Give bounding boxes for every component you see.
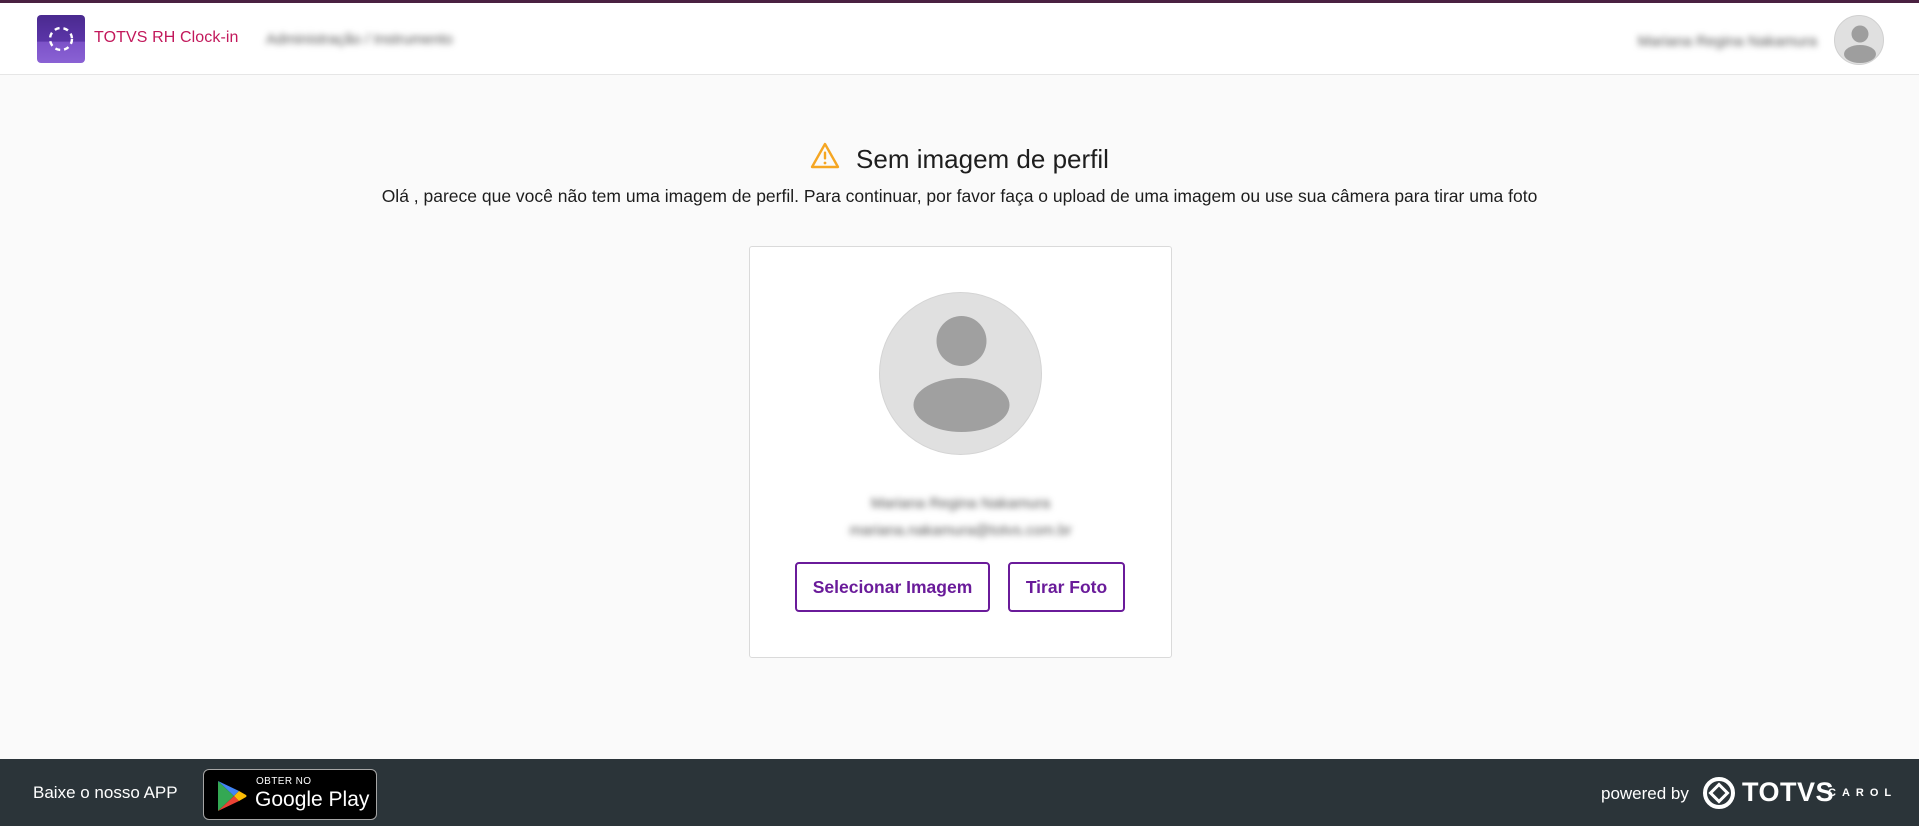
download-app-label: Baixe o nosso APP — [33, 783, 178, 802]
page-title: Sem imagem de perfil — [856, 144, 1109, 174]
google-play-badge[interactable]: OBTER NO Google Play — [203, 769, 377, 820]
logo-icon[interactable] — [37, 15, 85, 63]
brand-name: TOTVS — [1742, 777, 1835, 807]
warning-icon — [810, 142, 840, 177]
app-header: TOTVS RH Clock-in Administração / Instru… — [0, 3, 1919, 75]
app-footer: Baixe o nosso APP OBTER NO Google Play p… — [0, 759, 1919, 826]
powered-by-label: powered by — [1601, 784, 1689, 803]
totvs-logo-icon — [1702, 776, 1736, 810]
profile-name: Mariana Regina Nakamura — [870, 495, 1051, 512]
page-subtitle: Olá , parece que você não tem uma imagem… — [381, 186, 1538, 206]
avatar-icon[interactable] — [1834, 15, 1884, 65]
select-image-button[interactable]: Selecionar Imagem — [795, 562, 990, 612]
google-play-icon — [218, 781, 247, 811]
profile-card: Mariana Regina Nakamura mariana.nakamura… — [749, 246, 1172, 658]
profile-email: mariana.nakamura@totvs.com.br — [849, 522, 1072, 539]
store-small-label: OBTER NO — [256, 776, 312, 787]
user-name[interactable]: Mariana Regina Nakamura — [1638, 33, 1817, 50]
app-title[interactable]: TOTVS RH Clock-in — [94, 29, 239, 47]
brand-sub: CAROL — [1828, 787, 1898, 799]
take-photo-button[interactable]: Tirar Foto — [1008, 562, 1125, 612]
store-name: Google Play — [255, 788, 370, 811]
page-title-row: Sem imagem de perfil — [0, 142, 1919, 177]
avatar-icon — [879, 292, 1042, 455]
breadcrumb[interactable]: Administração / Instrumento — [266, 31, 453, 48]
